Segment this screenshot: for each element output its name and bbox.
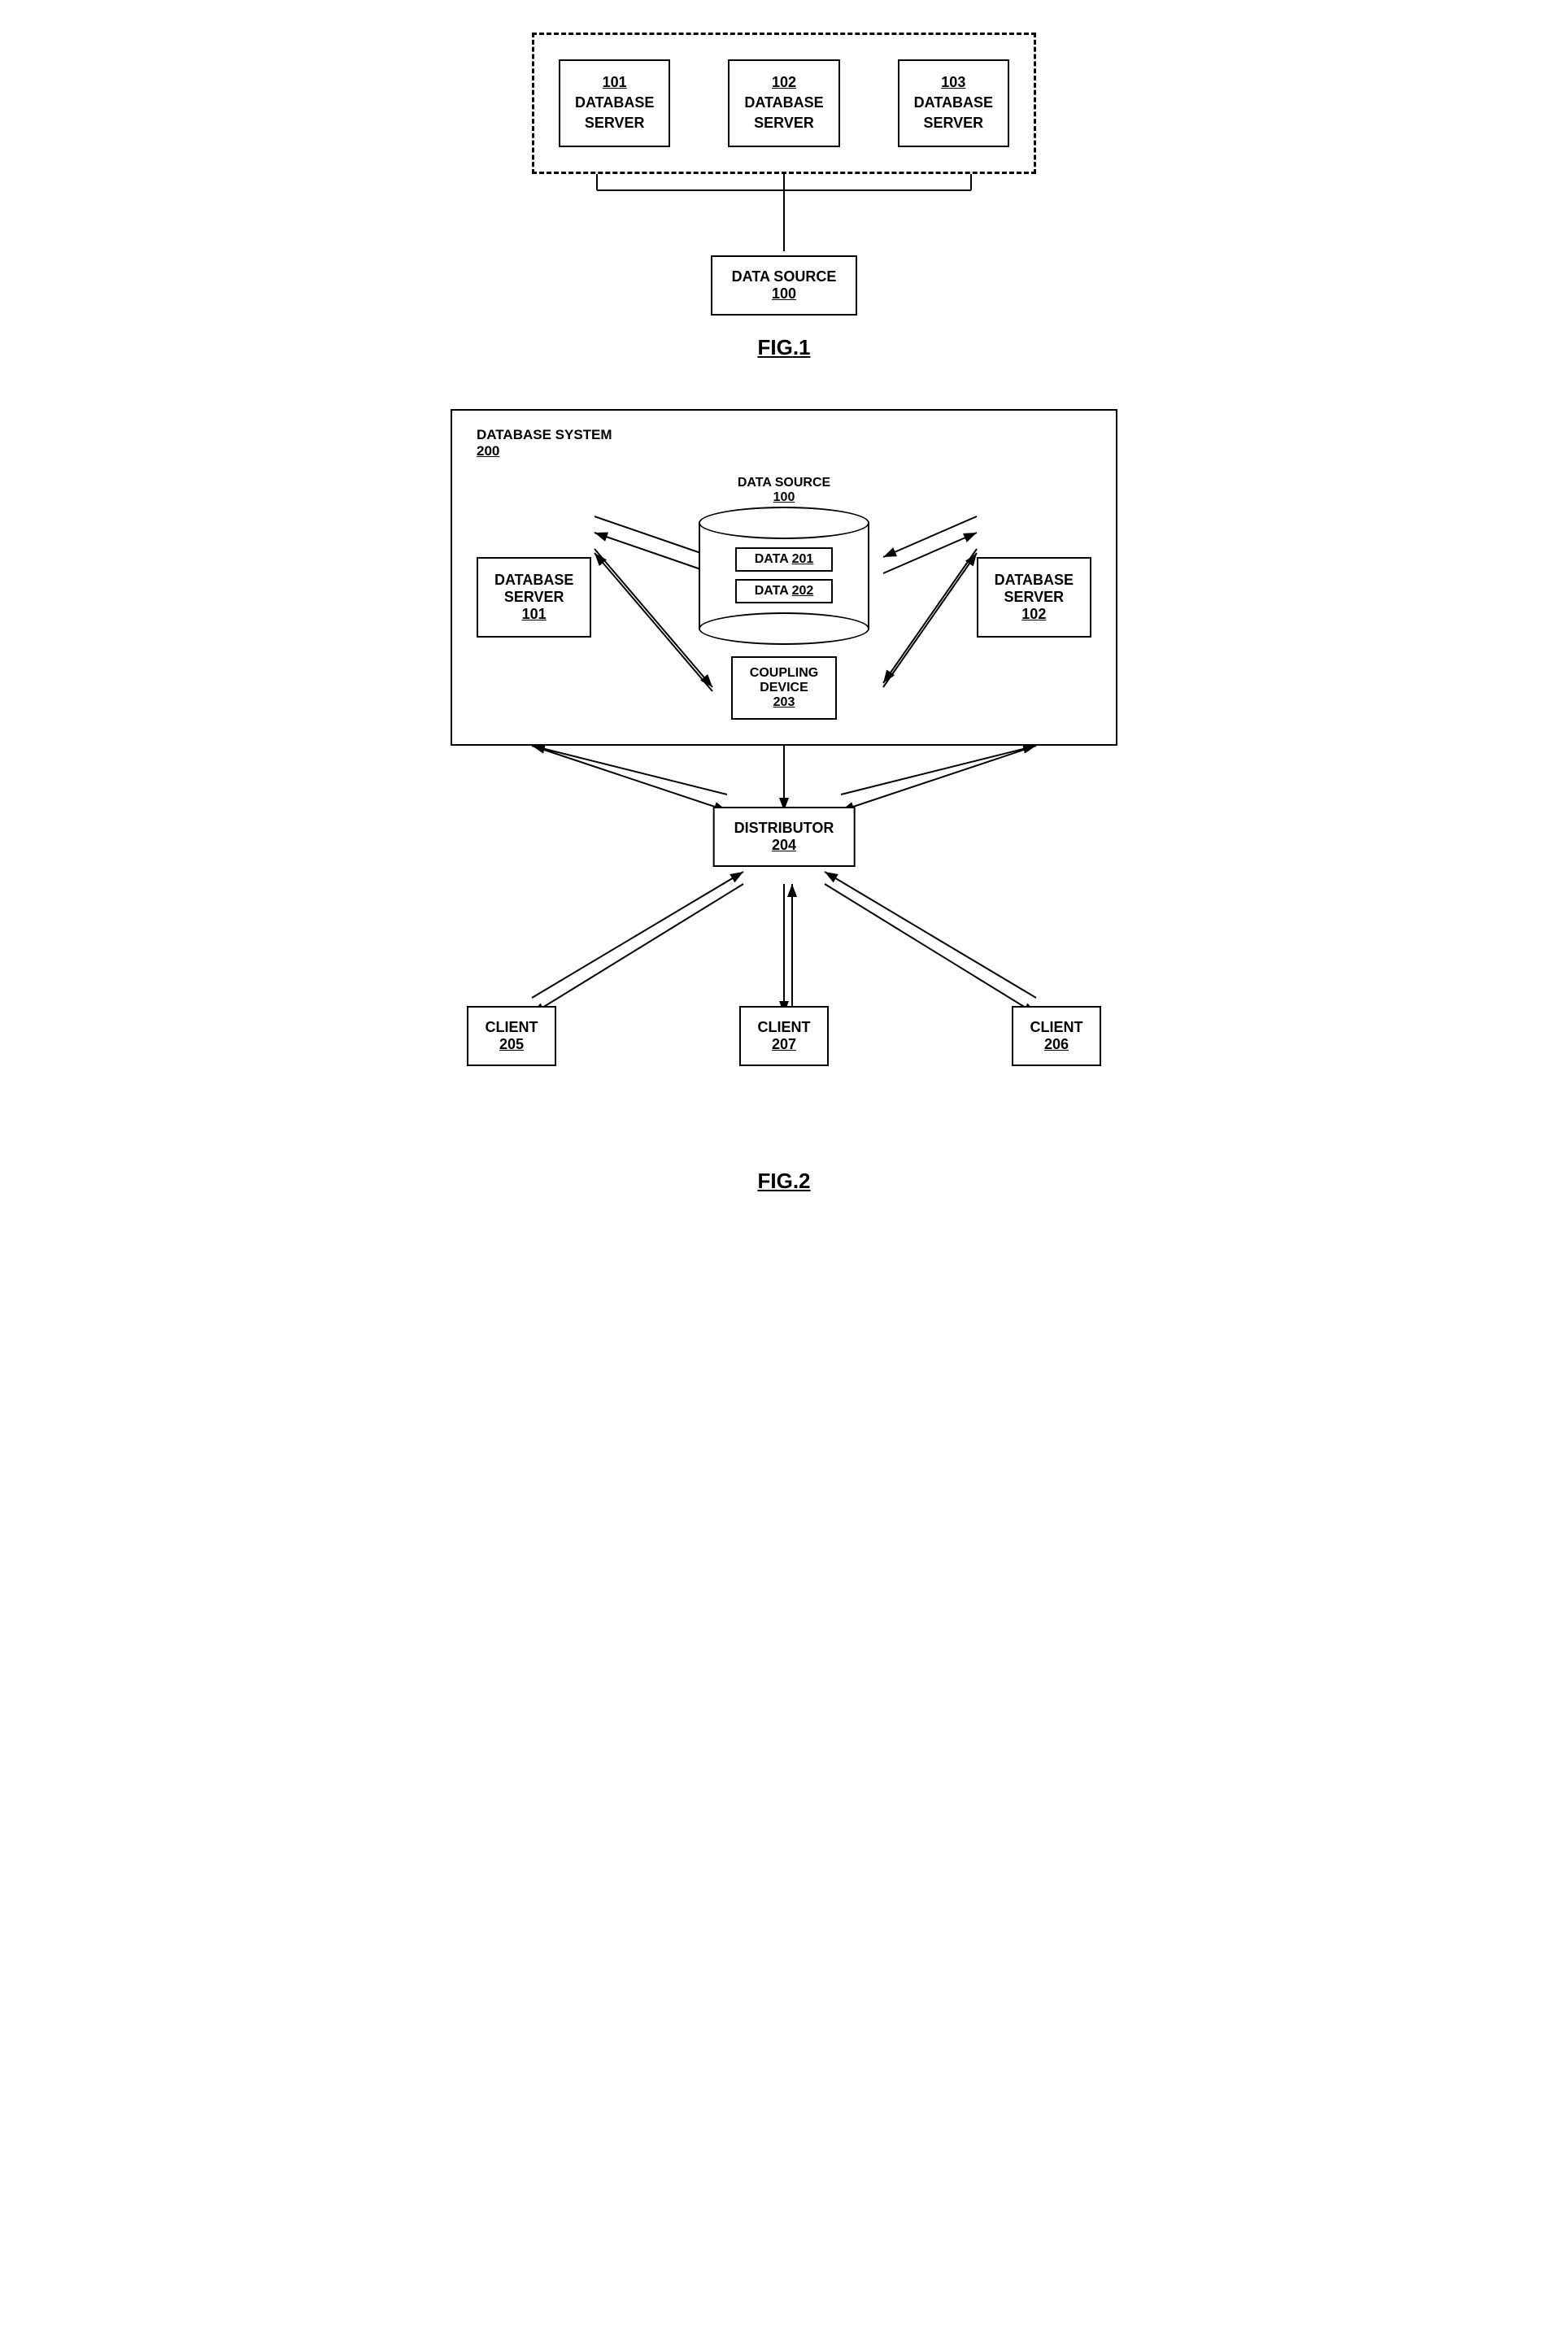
db-server-101-fig2: DATABASE SERVER 101 bbox=[477, 557, 591, 638]
fig1-label: FIG.1 bbox=[757, 335, 810, 360]
fig2-full-wrapper: DATABASE SYSTEM 200 DATABASE SERVER 101 bbox=[451, 409, 1117, 1152]
db-server-103: 103 DATABASE SERVER bbox=[898, 59, 1009, 147]
fig2-outer-box: DATABASE SYSTEM 200 DATABASE SERVER 101 bbox=[451, 409, 1117, 746]
fig1-container: 101 DATABASE SERVER 102 DATABASE SERVER … bbox=[441, 33, 1127, 360]
fig2-container: DATABASE SYSTEM 200 DATABASE SERVER 101 bbox=[441, 409, 1127, 1194]
fig2-overlay-content: DISTRIBUTOR 204 CLIENT 205 CLIENT 207 bbox=[451, 746, 1117, 1152]
distributor-204: DISTRIBUTOR 204 bbox=[713, 807, 856, 867]
client-207: CLIENT 207 bbox=[739, 1006, 829, 1066]
client-206: CLIENT 206 bbox=[1012, 1006, 1101, 1066]
db-server-101: 101 DATABASE SERVER bbox=[559, 59, 670, 147]
db-server-102: 102 DATABASE SERVER bbox=[728, 59, 839, 147]
fig2-label: FIG.2 bbox=[757, 1169, 810, 1194]
db-server-102-fig2: DATABASE SERVER 102 bbox=[977, 557, 1091, 638]
system-label: DATABASE SYSTEM 200 bbox=[477, 427, 1091, 459]
data-source-label-fig2: DATA SOURCE 100 bbox=[738, 476, 830, 505]
data-chip-201: DATA 201 bbox=[735, 547, 833, 572]
client-205: CLIENT 205 bbox=[467, 1006, 556, 1066]
data-source-100-fig1: DATA SOURCE 100 bbox=[711, 255, 858, 316]
fig1-connectors-svg bbox=[532, 174, 1036, 255]
page: 101 DATABASE SERVER 102 DATABASE SERVER … bbox=[441, 33, 1127, 1194]
coupling-device-203: COUPLING DEVICE 203 bbox=[731, 656, 837, 720]
data-chip-202: DATA 202 bbox=[735, 579, 833, 603]
